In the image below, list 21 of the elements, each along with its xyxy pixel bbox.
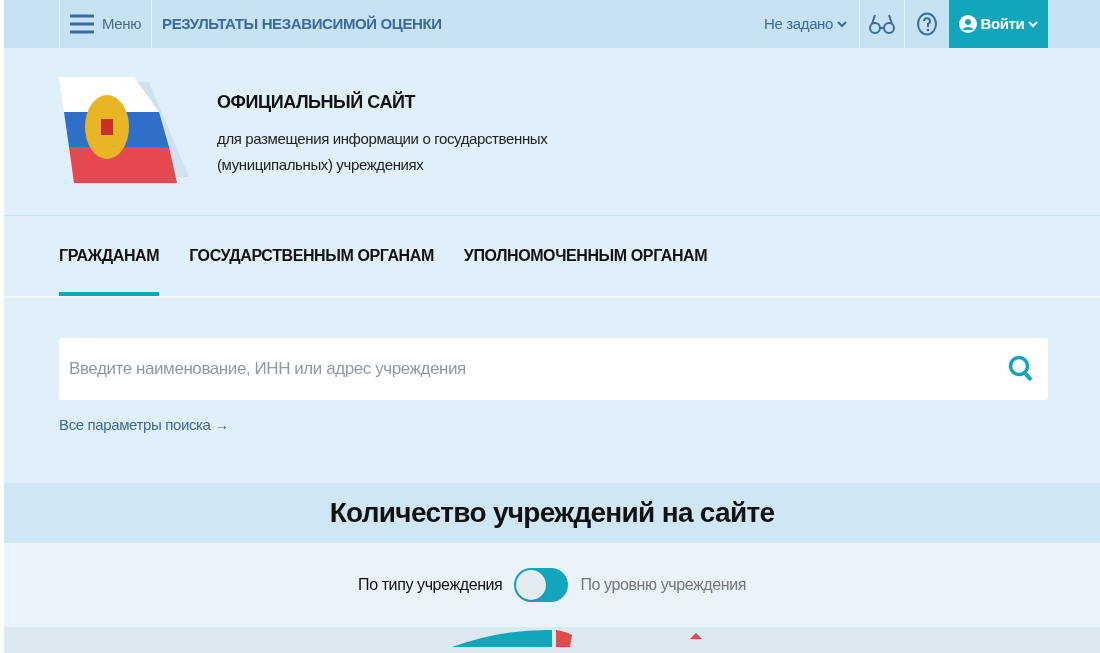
region-dropdown[interactable]: Не задано: [752, 0, 859, 48]
search-field[interactable]: Введите наименование, ИНН или адрес учреждения: [59, 338, 1048, 400]
chevron-icon: [1028, 20, 1039, 28]
toggle-label: По типу учреждения: [358, 575, 503, 595]
site-title: ОФИЦИАЛЬНЫЙ САЙТ: [217, 90, 417, 114]
chevron-icon: [837, 20, 847, 28]
toggle-switch[interactable]: [514, 568, 569, 602]
search-icon: [1008, 355, 1034, 383]
stats-title: Количество учреждений на сайте: [329, 496, 775, 530]
glasses-icon: [869, 13, 895, 35]
toggle-label: По уровню учреждения: [580, 575, 746, 595]
site-subtitle: для размещения информации о государственных: [217, 130, 548, 148]
nav-tab[interactable]: УПОЛНОМОЧЕННЫМ ОРГАНАМ: [463, 216, 708, 296]
advanced-search-link[interactable]: Все параметры поиска →: [59, 414, 229, 437]
nav-tab[interactable]: ГОСУДАРСТВЕННЫМ ОРГАНАМ: [189, 216, 434, 296]
menu-icon: [70, 14, 94, 34]
user-icon: [958, 15, 977, 33]
independent-assessment-link[interactable]: РЕЗУЛЬТАТЫ НЕЗАВИСИМОЙ ОЦЕНКИ: [152, 0, 452, 48]
login-button[interactable]: Войти: [949, 0, 1048, 48]
help-icon: [916, 12, 938, 36]
site-subtitle: (муниципальных) учреждениях: [217, 156, 425, 174]
